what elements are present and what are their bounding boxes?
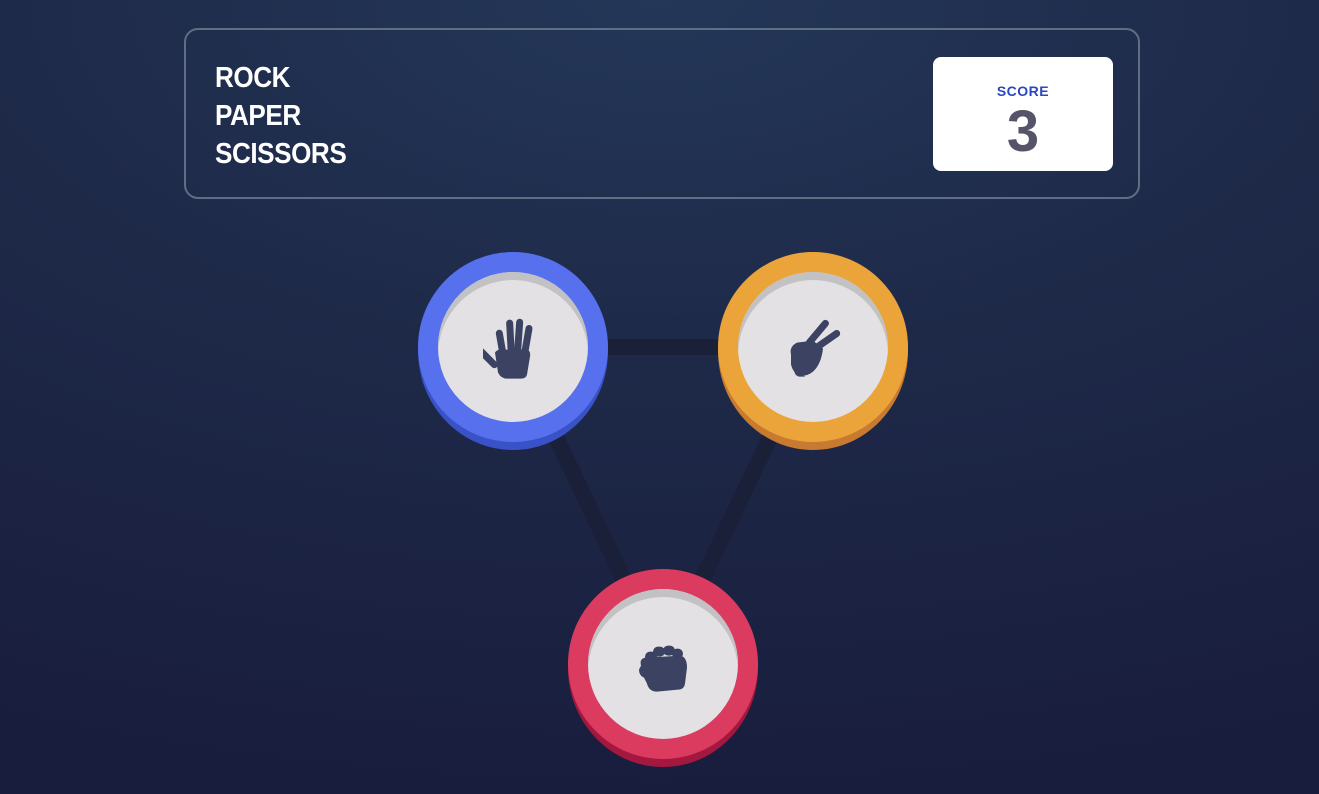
title-line-rock: ROCK	[215, 62, 291, 94]
score-label: SCORE	[996, 83, 1050, 99]
rock-button-inner	[588, 589, 738, 739]
paper-button-inner	[438, 272, 588, 422]
paper-hand-icon	[483, 318, 533, 379]
title-line-paper: PAPER	[215, 100, 301, 132]
scissors-button[interactable]	[718, 252, 908, 450]
paper-button[interactable]	[418, 252, 608, 450]
game-header: ROCK PAPER SCISSORS SCORE 3	[184, 28, 1140, 199]
score-box: SCORE 3	[933, 57, 1113, 171]
game-title: ROCK PAPER SCISSORS	[215, 59, 347, 173]
rock-button[interactable]	[568, 569, 758, 767]
rock-fist-icon	[639, 645, 687, 692]
scissors-hand-icon	[790, 319, 841, 377]
scissors-button-inner	[738, 272, 888, 422]
title-line-scissors: SCISSORS	[215, 138, 347, 170]
score-value: 3	[1006, 99, 1040, 164]
